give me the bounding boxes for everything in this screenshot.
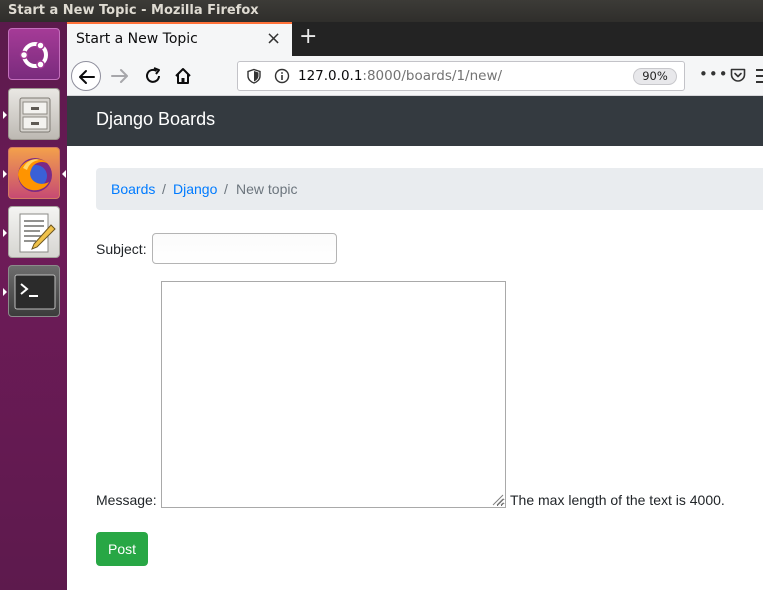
reload-icon (146, 67, 160, 83)
url-bar[interactable]: 127.0.0.1:8000/boards/1/new/ 90% (237, 61, 685, 91)
forward-arrow-icon (111, 69, 128, 83)
message-textarea[interactable] (161, 281, 506, 508)
tracking-shield-icon[interactable] (246, 68, 262, 84)
home-button[interactable] (171, 64, 195, 88)
files-icon[interactable] (3, 88, 60, 140)
close-tab-icon[interactable]: × (266, 28, 281, 49)
subject-input[interactable] (152, 233, 337, 264)
page-actions-menu-icon[interactable]: ••• (699, 65, 729, 83)
site-info-icon[interactable] (274, 68, 290, 84)
breadcrumb: Boards / Django / New topic (96, 168, 763, 210)
ubuntu-logo-glyph (19, 41, 48, 69)
running-indicator (3, 170, 7, 178)
url-host: 127.0.0.1 (298, 68, 363, 84)
message-help-text: The max length of the text is 4000. (510, 492, 725, 508)
url-text[interactable]: 127.0.0.1:8000/boards/1/new/ (298, 68, 502, 84)
breadcrumb-boards-link[interactable]: Boards (111, 181, 155, 197)
tab-start-new-topic[interactable]: Start a New Topic × (67, 22, 292, 56)
post-button[interactable]: Post (96, 532, 148, 566)
back-arrow-icon (79, 70, 95, 84)
breadcrumb-current: New topic (236, 181, 298, 197)
zoom-level-badge[interactable]: 90% (633, 68, 677, 85)
tab-bar: Start a New Topic × + (67, 22, 763, 56)
active-indicator (62, 170, 66, 178)
reload-button[interactable] (141, 64, 165, 88)
forward-button[interactable] (108, 64, 132, 88)
url-path: :8000/boards/1/new/ (362, 68, 503, 84)
files-cabinet-glyph (19, 97, 51, 133)
subject-label: Subject: (96, 241, 147, 257)
firefox-glyph (18, 158, 52, 192)
navigation-toolbar: 127.0.0.1:8000/boards/1/new/ 90% ••• (67, 56, 763, 96)
terminal-glyph (14, 274, 56, 310)
firefox-icon[interactable] (3, 147, 66, 199)
overflow-menu-icon[interactable] (755, 67, 763, 85)
running-indicator (3, 111, 7, 119)
text-editor-icon[interactable] (3, 206, 60, 258)
ubuntu-logo-icon[interactable] (8, 28, 60, 80)
back-button[interactable] (71, 61, 101, 91)
breadcrumb-django-link[interactable]: Django (173, 181, 217, 197)
terminal-icon[interactable] (3, 265, 60, 317)
breadcrumb-separator: / (162, 181, 166, 197)
site-navbar: Django Boards (67, 96, 763, 146)
text-editor-glyph (19, 213, 56, 253)
new-tab-icon[interactable]: + (299, 24, 317, 49)
window-title: Start a New Topic - Mozilla Firefox (8, 3, 259, 18)
site-brand-link[interactable]: Django Boards (96, 109, 215, 130)
message-label: Message: (96, 492, 157, 508)
home-icon (175, 68, 191, 84)
running-indicator (3, 288, 7, 296)
tab-title: Start a New Topic (76, 31, 198, 47)
pocket-icon[interactable] (729, 66, 747, 84)
launcher (0, 22, 67, 590)
resize-grip-icon[interactable] (491, 493, 504, 506)
running-indicator (3, 229, 7, 237)
window-title-bar: Start a New Topic - Mozilla Firefox (0, 0, 763, 22)
breadcrumb-separator: / (224, 181, 228, 197)
